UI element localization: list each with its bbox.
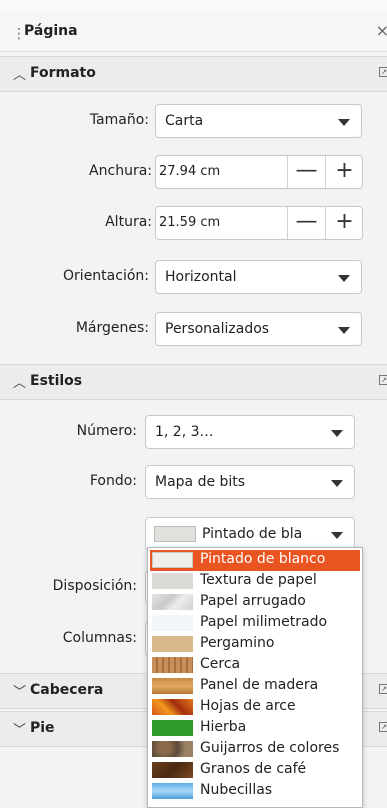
top-strip xyxy=(0,0,387,12)
maple-leaves-swatch-icon xyxy=(152,699,193,715)
pebbles-swatch-icon xyxy=(152,741,193,757)
section-estilos-header[interactable]: ︿ Estilos ↗ xyxy=(0,364,387,400)
bitmap-option[interactable]: Cerca xyxy=(150,655,360,676)
width-spinbox[interactable]: 27.94 cm — + xyxy=(155,155,363,189)
background-select[interactable]: Mapa de bits xyxy=(145,465,355,499)
crumpled-paper-swatch-icon xyxy=(152,594,193,610)
section-formato-label: Formato xyxy=(30,65,96,81)
bitmap-option[interactable]: Nubecillas xyxy=(150,781,360,802)
chevron-down-icon xyxy=(331,480,343,487)
fence-swatch-icon xyxy=(152,657,193,673)
bitmap-option[interactable]: Hierba xyxy=(150,718,360,739)
bitmap-option[interactable]: Papel arrugado xyxy=(150,592,360,613)
background-value: Mapa de bits xyxy=(155,474,246,490)
more-options-icon[interactable]: ↗ xyxy=(379,722,387,732)
chevron-down-icon xyxy=(338,119,350,126)
close-icon[interactable]: × xyxy=(376,21,387,40)
bitmap-option-label: Papel milimetrado xyxy=(200,614,328,630)
bitmap-option-label: Cerca xyxy=(200,656,241,672)
size-value: Carta xyxy=(165,113,204,129)
clouds-swatch-icon xyxy=(152,783,193,799)
grass-swatch-icon xyxy=(152,720,193,736)
panel-title: Página xyxy=(24,23,78,39)
more-options-icon[interactable]: ↗ xyxy=(379,67,387,77)
orientation-value: Horizontal xyxy=(165,269,237,285)
coffee-beans-swatch-icon xyxy=(152,762,193,778)
height-label: Altura: xyxy=(105,214,152,230)
number-select[interactable]: 1, 2, 3… xyxy=(145,415,355,449)
section-pie-label: Pie xyxy=(30,720,55,736)
width-label: Anchura: xyxy=(89,163,152,179)
bitmap-option-label: Hierba xyxy=(200,719,247,735)
height-spinbox[interactable]: 21.59 cm — + xyxy=(155,206,363,240)
bitmap-option-label: Guijarros de colores xyxy=(200,740,340,756)
chevron-down-icon: ﹀ xyxy=(13,723,27,738)
panel-titlebar: ⋮ Página × xyxy=(0,12,387,52)
margins-value: Personalizados xyxy=(165,321,270,337)
bitmap-option[interactable]: Granos de café xyxy=(150,760,360,781)
columns-label: Columnas: xyxy=(62,630,137,646)
margins-label: Márgenes: xyxy=(75,320,149,336)
chevron-down-icon: ﹀ xyxy=(13,685,27,700)
chevron-down-icon xyxy=(331,430,343,437)
bitmap-select[interactable]: Pintado de bla xyxy=(145,517,355,551)
bitmap-option-label: Nubecillas xyxy=(200,782,273,798)
chevron-down-icon xyxy=(338,327,350,334)
section-estilos-label: Estilos xyxy=(30,373,83,389)
height-value[interactable]: 21.59 cm xyxy=(159,215,220,230)
chevron-down-icon xyxy=(338,275,350,282)
layout-label: Disposición: xyxy=(52,578,137,594)
bitmap-dropdown-list[interactable]: Pintado de blanco Textura de papel Papel… xyxy=(147,547,363,808)
bitmap-option-label: Papel arrugado xyxy=(200,593,306,609)
bitmap-option[interactable]: Panel de madera xyxy=(150,676,360,697)
white-paint-swatch-icon xyxy=(152,552,193,568)
bitmap-option-label: Textura de papel xyxy=(200,572,317,588)
bitmap-option-label: Granos de café xyxy=(200,761,307,777)
paper-texture-swatch-icon xyxy=(152,573,193,589)
width-decrease-button[interactable]: — xyxy=(287,156,325,188)
number-label: Número: xyxy=(76,423,137,439)
graph-paper-swatch-icon xyxy=(152,615,193,631)
width-value[interactable]: 27.94 cm xyxy=(159,164,220,179)
chevron-down-icon xyxy=(331,532,343,539)
chevron-up-icon: ︿ xyxy=(13,376,27,391)
width-increase-button[interactable]: + xyxy=(325,156,363,188)
bitmap-value: Pintado de bla xyxy=(202,526,303,542)
more-options-icon[interactable]: ↗ xyxy=(379,684,387,694)
margins-select[interactable]: Personalizados xyxy=(155,312,362,346)
bitmap-option[interactable]: Pergamino xyxy=(150,634,360,655)
more-options-icon[interactable]: ↗ xyxy=(379,375,387,385)
orientation-label: Orientación: xyxy=(63,268,149,284)
size-select[interactable]: Carta xyxy=(155,104,362,138)
background-label: Fondo: xyxy=(89,473,137,489)
white-paint-swatch-icon xyxy=(154,526,196,542)
bitmap-option-label: Hojas de arce xyxy=(200,698,296,714)
height-increase-button[interactable]: + xyxy=(325,207,363,239)
orientation-select[interactable]: Horizontal xyxy=(155,260,362,294)
bitmap-option-label: Pintado de blanco xyxy=(200,551,326,567)
chevron-up-icon: ︿ xyxy=(13,68,27,83)
section-cabecera-label: Cabecera xyxy=(30,682,104,698)
section-formato-header[interactable]: ︿ Formato ↗ xyxy=(0,56,387,92)
number-value: 1, 2, 3… xyxy=(155,424,214,440)
bitmap-option-label: Panel de madera xyxy=(200,677,319,693)
bitmap-option-label: Pergamino xyxy=(200,635,275,651)
wood-panel-swatch-icon xyxy=(152,678,193,694)
parchment-swatch-icon xyxy=(152,636,193,652)
bitmap-option[interactable]: Textura de papel xyxy=(150,571,360,592)
bitmap-option[interactable]: Pintado de blanco xyxy=(150,550,360,571)
bitmap-option[interactable]: Hojas de arce xyxy=(150,697,360,718)
bitmap-option[interactable]: Papel milimetrado xyxy=(150,613,360,634)
bitmap-option[interactable]: Guijarros de colores xyxy=(150,739,360,760)
height-decrease-button[interactable]: — xyxy=(287,207,325,239)
size-label: Tamaño: xyxy=(89,112,149,128)
